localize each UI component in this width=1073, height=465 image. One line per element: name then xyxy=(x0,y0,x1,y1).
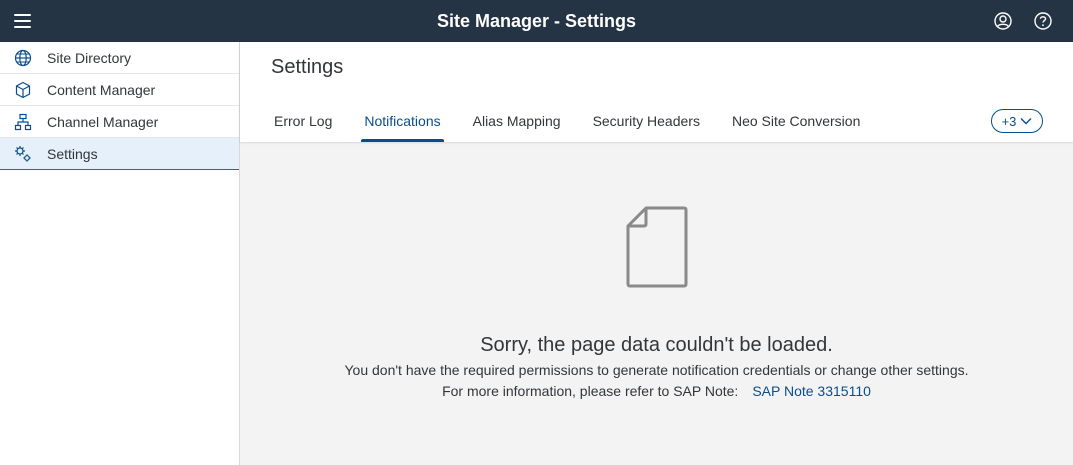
tab-alias-mapping[interactable]: Alias Mapping xyxy=(457,106,577,142)
sidebar-item-settings[interactable]: Settings xyxy=(0,138,239,170)
sap-note-link[interactable]: SAP Note 3315110 xyxy=(752,383,871,399)
tab-bar: Error Log Notifications Alias Mapping Se… xyxy=(258,106,876,142)
shell-bar: Site Manager - Settings xyxy=(0,0,1073,42)
tab-neo-site-conversion[interactable]: Neo Site Conversion xyxy=(716,106,876,142)
sidebar-item-label: Content Manager xyxy=(47,81,156,98)
error-title: Sorry, the page data couldn't be loaded. xyxy=(480,334,833,356)
hierarchy-icon xyxy=(14,113,32,131)
overflow-count: +3 xyxy=(1001,113,1017,129)
main-content: Settings Error Log Notifications Alias M… xyxy=(240,42,1073,465)
app-title: Site Manager - Settings xyxy=(436,11,637,31)
tab-overflow-button[interactable]: +3 xyxy=(991,109,1043,133)
tab-security-headers[interactable]: Security Headers xyxy=(577,106,716,142)
sidebar-item-label: Settings xyxy=(47,145,98,162)
error-more-info: For more information, please refer to SA… xyxy=(240,383,1073,399)
tab-notifications[interactable]: Notifications xyxy=(348,106,456,142)
user-profile-icon[interactable] xyxy=(993,11,1013,31)
tab-error-log[interactable]: Error Log xyxy=(258,106,348,142)
help-icon[interactable] xyxy=(1033,11,1053,31)
sidebar-item-content-manager[interactable]: Content Manager xyxy=(0,74,239,106)
hamburger-menu-icon[interactable] xyxy=(12,11,34,31)
chevron-down-icon xyxy=(1020,118,1032,125)
error-description: You don't have the required permissions … xyxy=(344,362,969,378)
gears-icon xyxy=(14,145,32,163)
globe-icon xyxy=(14,49,32,67)
empty-state: Sorry, the page data couldn't be loaded.… xyxy=(240,142,1073,465)
more-info-text: For more information, please refer to SA… xyxy=(442,383,739,399)
page-header: Settings Error Log Notifications Alias M… xyxy=(240,42,1073,142)
sidebar: Site Directory Content Manager Channel M… xyxy=(0,42,240,465)
sidebar-item-channel-manager[interactable]: Channel Manager xyxy=(0,106,239,138)
cube-icon xyxy=(14,81,32,99)
page-title: Settings xyxy=(271,56,344,78)
sidebar-item-label: Site Directory xyxy=(47,49,132,66)
document-icon xyxy=(626,206,688,288)
sidebar-item-label: Channel Manager xyxy=(47,113,159,130)
sidebar-item-site-directory[interactable]: Site Directory xyxy=(0,42,239,74)
